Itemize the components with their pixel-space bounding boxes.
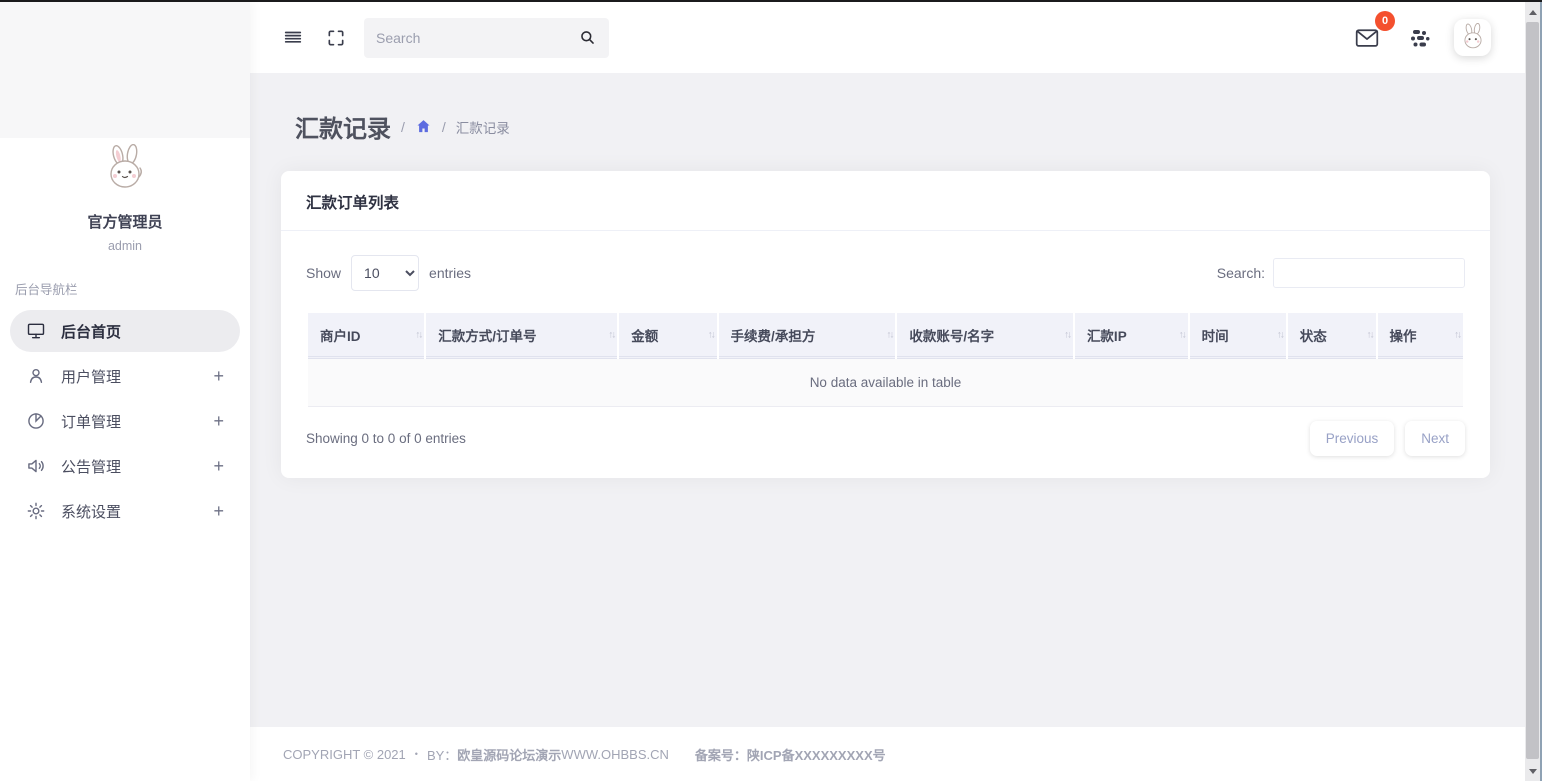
table-search-control: Search: [1217, 258, 1465, 288]
column-header-amount[interactable]: 金额↑↓ [619, 313, 716, 359]
empty-table-message: No data available in table [308, 359, 1463, 407]
pagination: Previous Next [1310, 421, 1465, 456]
sidebar-item-announcements[interactable]: 公告管理 + [10, 445, 240, 487]
sidebar-item-label: 用户管理 [61, 366, 121, 387]
sidebar-section-label: 后台导航栏 [15, 279, 250, 298]
profile: 官方管理员 admin [0, 144, 250, 253]
sidebar-item-label: 公告管理 [61, 456, 121, 477]
table-header-row: 商户ID↑↓ 汇款方式/订单号↑↓ 金额↑↓ 手续费/承担方↑↓ 收款账号/名字… [308, 313, 1463, 359]
footer-copyright: COPYRIGHT © 2021 [283, 747, 406, 762]
menu-toggle-button[interactable] [276, 21, 310, 55]
monitor-icon [26, 321, 46, 341]
scroll-up-arrow[interactable] [1525, 4, 1540, 20]
search-icon[interactable] [578, 28, 597, 47]
sidebar-item-label: 系统设置 [61, 501, 121, 522]
topbar-actions: 0 [1348, 19, 1491, 57]
page-header: 汇款记录 / / 汇款记录 [295, 109, 1490, 144]
table-controls: Show 10 entries Search: [306, 255, 1465, 291]
sidebar-item-label: 订单管理 [61, 411, 121, 432]
empty-table-row: No data available in table [308, 359, 1463, 407]
column-header-merchant-id[interactable]: 商户ID↑↓ [308, 313, 424, 359]
column-header-time[interactable]: 时间↑↓ [1190, 313, 1286, 359]
column-header-status[interactable]: 状态↑↓ [1288, 313, 1376, 359]
card-body: Show 10 entries Search: [281, 231, 1490, 478]
column-header-remit-ip[interactable]: 汇款IP↑↓ [1075, 313, 1188, 359]
expand-plus-icon[interactable]: + [213, 502, 224, 520]
column-header-actions[interactable]: 操作↑↓ [1378, 313, 1463, 359]
sort-icon: ↑↓ [1454, 329, 1460, 340]
scrollbar-thumb[interactable] [1526, 22, 1539, 759]
expand-plus-icon[interactable]: + [213, 412, 224, 430]
notification-badge: 0 [1375, 11, 1395, 31]
user-icon [26, 366, 46, 386]
footer-bullet: • [415, 749, 418, 759]
sidebar-item-orders[interactable]: 订单管理 + [10, 400, 240, 442]
sort-icon: ↑↓ [415, 329, 421, 340]
scroll-down-arrow[interactable] [1525, 763, 1540, 779]
mail-button[interactable]: 0 [1348, 19, 1386, 57]
sort-icon: ↑↓ [1064, 329, 1070, 340]
sort-icon: ↑↓ [708, 329, 714, 340]
sidebar-item-users[interactable]: 用户管理 + [10, 355, 240, 397]
remittance-table: 商户ID↑↓ 汇款方式/订单号↑↓ 金额↑↓ 手续费/承担方↑↓ 收款账号/名字… [306, 313, 1465, 407]
apps-button[interactable] [1402, 20, 1438, 56]
profile-name: 官方管理员 [0, 211, 250, 232]
app-window: 官方管理员 admin 后台导航栏 后台首页 用户管理 + [0, 2, 1542, 781]
expand-plus-icon[interactable]: + [213, 367, 224, 385]
home-icon [415, 118, 432, 135]
fullscreen-button[interactable] [320, 22, 352, 54]
gear-icon [26, 501, 46, 521]
user-avatar-image [1458, 23, 1488, 53]
main-column: 0 [250, 2, 1525, 781]
breadcrumb-current: 汇款记录 [456, 117, 510, 137]
table-search-label: Search: [1217, 265, 1265, 281]
sort-icon: ↑↓ [1179, 329, 1185, 340]
table-info: Showing 0 to 0 of 0 entries [306, 431, 466, 446]
length-label-entries: entries [429, 265, 471, 281]
footer-brand: 欧皇源码论坛演示 [457, 745, 561, 764]
next-page-button[interactable]: Next [1405, 421, 1465, 456]
page-title: 汇款记录 [295, 109, 391, 144]
speaker-icon [26, 456, 46, 476]
breadcrumb-separator: / [401, 119, 405, 135]
topbar: 0 [250, 2, 1525, 73]
column-header-method-orderno[interactable]: 汇款方式/订单号↑↓ [426, 313, 617, 359]
previous-page-button[interactable]: Previous [1310, 421, 1395, 456]
profile-username: admin [0, 239, 250, 253]
sidebar-item-settings[interactable]: 系统设置 + [10, 490, 240, 532]
sort-icon: ↑↓ [1367, 329, 1373, 340]
sort-icon: ↑↓ [886, 329, 892, 340]
footer-site: WWW.OHBBS.CN [561, 747, 669, 762]
sidebar-header-block [0, 2, 250, 138]
profile-avatar [99, 144, 151, 201]
vertical-scrollbar[interactable] [1525, 2, 1542, 781]
search-input[interactable] [376, 30, 578, 46]
page-length-control: Show 10 entries [306, 255, 471, 291]
column-header-fee-bearer[interactable]: 手续费/承担方↑↓ [719, 313, 896, 359]
column-header-payee-account[interactable]: 收款账号/名字↑↓ [897, 313, 1073, 359]
remittance-list-card: 汇款订单列表 Show 10 entries Search: [281, 171, 1490, 478]
user-avatar-button[interactable] [1454, 19, 1491, 56]
sidebar-nav: 后台首页 用户管理 + 订单管理 + [0, 310, 250, 532]
table-search-input[interactable] [1273, 258, 1465, 288]
page-content: 汇款记录 / / 汇款记录 汇款订单列表 Show [250, 73, 1525, 727]
card-header: 汇款订单列表 [281, 171, 1490, 231]
pie-chart-icon [26, 411, 46, 431]
length-label-show: Show [306, 265, 341, 281]
table-footer: Showing 0 to 0 of 0 entries Previous Nex… [306, 421, 1465, 456]
topbar-search [364, 18, 609, 58]
sort-icon: ↑↓ [608, 329, 614, 340]
sidebar: 官方管理员 admin 后台导航栏 后台首页 用户管理 + [0, 2, 250, 781]
breadcrumb-home-link[interactable] [415, 118, 432, 135]
breadcrumb-separator: / [442, 119, 446, 135]
expand-plus-icon[interactable]: + [213, 457, 224, 475]
card-title: 汇款订单列表 [306, 191, 1465, 213]
page-length-select[interactable]: 10 [351, 255, 419, 291]
sidebar-item-dashboard[interactable]: 后台首页 [10, 310, 240, 352]
footer: COPYRIGHT © 2021 • BY：欧皇源码论坛演示WWW.OHBBS.… [250, 727, 1525, 781]
footer-icp: 备案号：陕ICP备XXXXXXXXX号 [695, 745, 886, 764]
footer-by-label: BY： [427, 745, 457, 764]
sidebar-item-label: 后台首页 [61, 321, 121, 342]
sort-icon: ↑↓ [1277, 329, 1283, 340]
